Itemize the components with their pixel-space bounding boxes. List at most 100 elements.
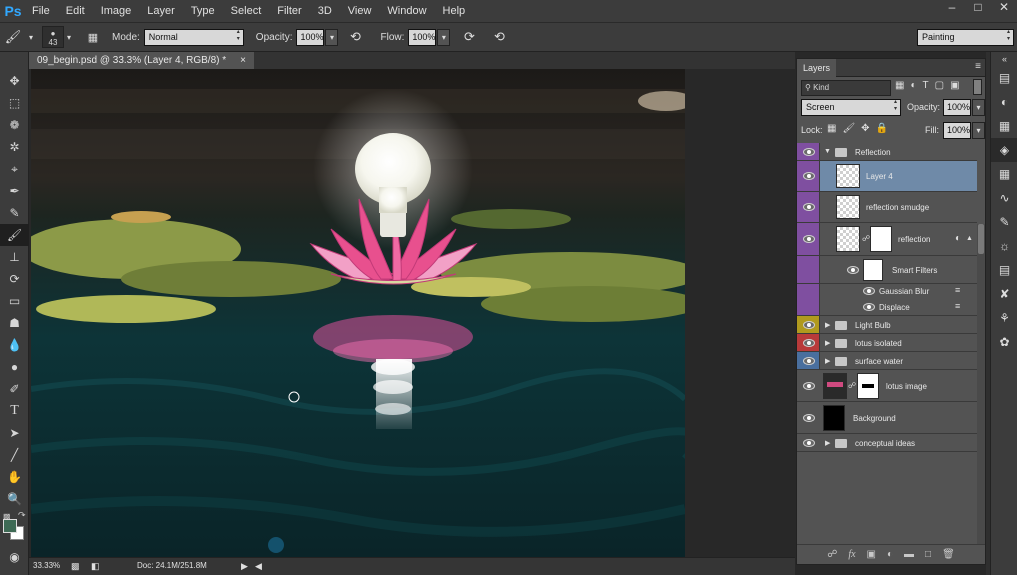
channels-panel-icon[interactable]: ▦ (991, 162, 1017, 186)
visibility-eye-icon[interactable] (803, 203, 815, 211)
brush-tool-icon[interactable]: 🖌 (0, 29, 26, 45)
visibility-eye-icon[interactable] (803, 172, 815, 180)
lock-all-icon[interactable]: 🔒 (876, 123, 894, 134)
crop-tool-icon[interactable]: ⌖ (0, 158, 29, 180)
status-menu-arrow-icon[interactable]: ▶ (241, 558, 248, 574)
flow-input[interactable]: 100% (408, 28, 437, 46)
tab-layers[interactable]: Layers (797, 59, 837, 77)
blend-options-icon[interactable]: ≡ (955, 301, 960, 311)
visibility-eye-icon[interactable] (803, 321, 815, 329)
lock-position-icon[interactable]: ✥ (861, 123, 875, 134)
visibility-eye-icon[interactable] (863, 287, 875, 295)
line-tool-icon[interactable]: ╱ (0, 444, 29, 466)
layer-background[interactable]: Background (797, 402, 977, 434)
history-brush-tool-icon[interactable]: ⟳ (0, 268, 29, 290)
layer-reflection-smudge[interactable]: reflection smudge (797, 192, 977, 223)
share-icon[interactable]: ▩ (71, 558, 80, 574)
layers-panel-icon[interactable]: ◈ (991, 138, 1017, 162)
menu-window[interactable]: Window (379, 0, 434, 22)
workspace-select[interactable]: Painting (917, 29, 1014, 46)
close-icon[interactable]: ✕ (991, 0, 1017, 16)
menu-3d[interactable]: 3D (310, 0, 340, 22)
layer-layer-4[interactable]: Layer 4 (797, 161, 977, 192)
document-canvas[interactable] (31, 69, 685, 557)
properties-panel-icon[interactable]: ▤ (991, 258, 1017, 282)
hand-tool-icon[interactable]: ✋ (0, 466, 29, 488)
layer-group-light-bulb[interactable]: ▶ Light Bulb (797, 316, 977, 334)
link-layers-icon[interactable]: ☍ (827, 549, 837, 560)
marquee-tool-icon[interactable]: ⬚ (0, 92, 29, 114)
visibility-eye-icon[interactable] (847, 266, 859, 274)
airbrush-icon[interactable]: ⟳ (458, 29, 480, 45)
menu-layer[interactable]: Layer (139, 0, 183, 22)
brush-preset-picker[interactable]: ● 43 (42, 26, 64, 48)
spot-heal-tool-icon[interactable]: ✎ (0, 202, 29, 224)
dodge-tool-icon[interactable]: ● (0, 356, 29, 378)
tool-preset-chevron-icon[interactable]: ▾ (26, 33, 36, 42)
clone-source-panel-icon[interactable]: ⚘ (991, 306, 1017, 330)
visibility-eye-icon[interactable] (803, 339, 815, 347)
trash-icon[interactable]: 🗑 (942, 549, 955, 560)
minimize-icon[interactable]: – (939, 0, 965, 16)
visibility-eye-icon[interactable] (803, 357, 815, 365)
menu-filter[interactable]: Filter (269, 0, 309, 22)
pen-tool-icon[interactable]: ✐ (0, 378, 29, 400)
paths-panel-icon[interactable]: ∿ (991, 186, 1017, 210)
clone-stamp-tool-icon[interactable]: ⊥ (0, 246, 29, 268)
menu-select[interactable]: Select (223, 0, 270, 22)
scroll-left-icon[interactable]: ◀ (255, 558, 262, 574)
layers-scrollbar[interactable] (977, 224, 985, 544)
group-collapsed-icon[interactable]: ▶ (825, 439, 830, 447)
type-filter-icon[interactable]: T (923, 80, 935, 91)
color-panel-icon[interactable]: ◐ (991, 90, 1017, 114)
zoom-tool-icon[interactable]: 🔍 (0, 488, 29, 510)
link-icon[interactable]: ☍ (862, 234, 870, 243)
menu-type[interactable]: Type (183, 0, 223, 22)
export-icon[interactable]: ◧ (91, 558, 100, 574)
layer-group-surface-water[interactable]: ▶ surface water (797, 352, 977, 370)
expand-effects-icon[interactable]: ▲ (966, 235, 973, 242)
menu-image[interactable]: Image (93, 0, 140, 22)
visibility-eye-icon[interactable] (803, 382, 815, 390)
fx-icon[interactable]: fx (848, 549, 855, 560)
menu-help[interactable]: Help (435, 0, 474, 22)
flow-chevron-icon[interactable]: ▾ (437, 28, 451, 46)
menu-view[interactable]: View (340, 0, 380, 22)
collapse-dock-icon[interactable]: « (991, 52, 1017, 66)
filter-gaussian-blur[interactable]: Gaussian Blur ≡ (797, 284, 977, 299)
pressure-size-icon[interactable]: ⟲ (488, 29, 510, 45)
link-icon[interactable]: ☍ (848, 381, 856, 390)
smart-filter-icon[interactable]: ▣ (950, 80, 965, 91)
layers-scrollbar-thumb[interactable] (978, 224, 984, 254)
menu-edit[interactable]: Edit (58, 0, 93, 22)
filter-toggle[interactable] (973, 79, 982, 95)
adjustment-filter-icon[interactable]: ◐ (910, 80, 922, 91)
screen-mode-icon[interactable]: ▣ (0, 568, 29, 575)
brush-presets-panel-icon[interactable]: ✎ (991, 210, 1017, 234)
group-collapsed-icon[interactable]: ▶ (825, 357, 830, 365)
layer-group-conceptual-ideas[interactable]: ▶ conceptual ideas (797, 434, 977, 452)
add-mask-icon[interactable]: ▣ (867, 549, 876, 560)
swap-colors-icon[interactable]: ↷ (18, 510, 26, 521)
brush-size-chevron-icon[interactable]: ▾ (64, 33, 74, 42)
pixel-filter-icon[interactable]: ▦ (895, 80, 910, 91)
opacity-input[interactable]: 100% (296, 28, 325, 46)
type-tool-icon[interactable]: T (0, 400, 29, 422)
quick-mask-icon[interactable]: ◉ (0, 546, 29, 568)
path-select-tool-icon[interactable]: ➤ (0, 422, 29, 444)
visibility-eye-icon[interactable] (803, 414, 815, 422)
new-layer-icon[interactable]: □ (925, 549, 931, 560)
eyedropper-tool-icon[interactable]: ✒ (0, 180, 29, 202)
quick-select-tool-icon[interactable]: ✲ (0, 136, 29, 158)
mask-thumbnail[interactable] (857, 373, 879, 399)
blend-options-icon[interactable]: ≡ (955, 285, 960, 295)
visibility-eye-icon[interactable] (803, 148, 815, 156)
layer-opacity-chevron-icon[interactable]: ▾ (972, 99, 985, 116)
blend-mode-select[interactable]: Screen (801, 99, 901, 116)
layer-opacity-input[interactable]: 100% (943, 99, 971, 116)
brush-panel-icon[interactable]: ▦ (82, 31, 104, 44)
pressure-opacity-icon[interactable]: ⟲ (344, 29, 366, 45)
foreground-color-swatch[interactable] (3, 519, 17, 533)
move-tool-icon[interactable]: ✥ (0, 70, 29, 92)
shape-filter-icon[interactable]: ▢ (935, 80, 950, 91)
